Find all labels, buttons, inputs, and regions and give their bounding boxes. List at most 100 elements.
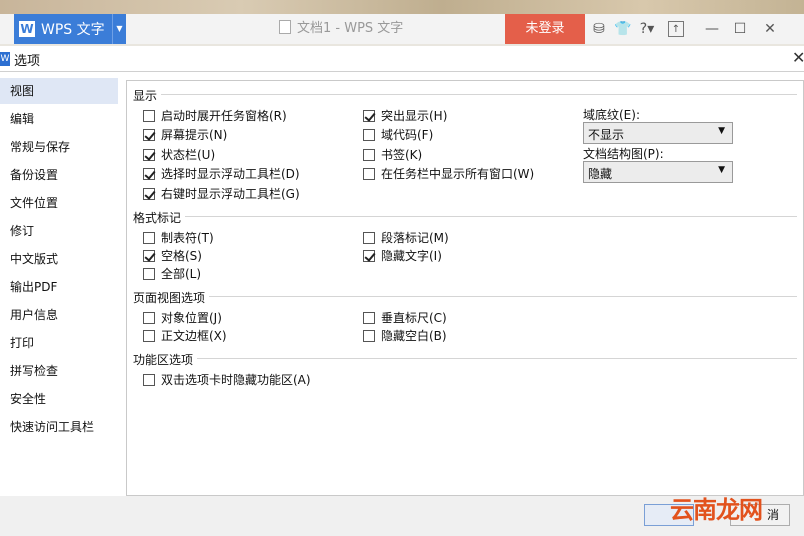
checkbox-highlight[interactable]: 突出显示(H) <box>363 107 447 124</box>
checkbox-dblclick-hide-ribbon[interactable]: 双击选项卡时隐藏功能区(A) <box>143 371 311 388</box>
checkbox-box[interactable] <box>143 167 155 180</box>
checkbox-box[interactable] <box>143 249 155 262</box>
checkbox-float-toolbar-select[interactable]: 选择时显示浮动工具栏(D) <box>143 165 300 182</box>
login-button[interactable]: 未登录 <box>505 14 585 44</box>
checkbox-box[interactable] <box>143 109 155 122</box>
nav-item-user-info[interactable]: 用户信息 <box>0 302 118 328</box>
dialog-close-icon[interactable]: ✕ <box>792 48 804 67</box>
nav-item-edit[interactable]: 编辑 <box>0 106 118 132</box>
checkbox-label: 屏幕提示(N) <box>161 128 228 142</box>
nav-item-quick-access[interactable]: 快速访问工具栏 <box>0 414 118 440</box>
checkbox-label: 域代码(F) <box>381 128 434 142</box>
document-title: 文档1 - WPS 文字 <box>279 14 403 44</box>
checkbox-hidden-text[interactable]: 隐藏文字(I) <box>363 247 442 264</box>
nav-item-spell-check[interactable]: 拼写检查 <box>0 358 118 384</box>
nav-item-print[interactable]: 打印 <box>0 330 118 356</box>
checkbox-status-bar[interactable]: 状态栏(U) <box>143 146 215 163</box>
checkbox-box[interactable] <box>363 167 375 180</box>
field-shading-label: 域底纹(E): <box>583 108 640 122</box>
checkbox-label: 启动时展开任务窗格(R) <box>161 109 287 123</box>
wps-logo-icon: W <box>19 21 35 37</box>
checkbox-all-marks[interactable]: 全部(L) <box>143 265 201 282</box>
chevron-down-icon[interactable]: ▼ <box>112 14 126 44</box>
checkbox-label: 空格(S) <box>161 249 202 263</box>
checkbox-spaces[interactable]: 空格(S) <box>143 247 202 264</box>
checkbox-box[interactable] <box>143 231 155 244</box>
watermark-logo: 云南龙网 <box>670 496 763 524</box>
checkbox-box[interactable] <box>363 249 375 262</box>
checkbox-label: 在任务栏中显示所有窗口(W) <box>381 167 535 181</box>
upload-icon[interactable]: ↑ <box>668 21 684 37</box>
field-shading-select[interactable]: 不显示 ▼ <box>583 122 733 144</box>
skin-icon[interactable]: ⛁ <box>592 21 606 37</box>
checkbox-bookmarks[interactable]: 书签(K) <box>363 146 422 163</box>
shirt-icon[interactable]: 👕 <box>614 21 631 37</box>
checkbox-box[interactable] <box>143 187 155 200</box>
checkbox-screen-tips[interactable]: 屏幕提示(N) <box>143 126 227 143</box>
close-icon[interactable]: ✕ <box>762 21 778 37</box>
checkbox-text-boundaries[interactable]: 正文边框(X) <box>143 327 227 344</box>
checkbox-label: 状态栏(U) <box>161 148 216 162</box>
doc-map-select[interactable]: 隐藏 ▼ <box>583 161 733 183</box>
checkbox-hide-whitespace[interactable]: 隐藏空白(B) <box>363 327 447 344</box>
checkbox-box[interactable] <box>143 267 155 280</box>
checkbox-box[interactable] <box>363 231 375 244</box>
minimize-icon[interactable]: — <box>704 21 720 37</box>
nav-item-security[interactable]: 安全性 <box>0 386 118 412</box>
checkbox-box[interactable] <box>363 329 375 342</box>
checkbox-box[interactable] <box>143 128 155 141</box>
checkbox-box[interactable] <box>143 148 155 161</box>
doc-map-value: 隐藏 <box>588 167 613 181</box>
section-divider <box>133 216 797 217</box>
checkbox-label: 选择时显示浮动工具栏(D) <box>161 167 300 181</box>
view-options-panel: 显示 启动时展开任务窗格(R) 屏幕提示(N) 状态栏(U) 选择时显示浮动工具… <box>126 80 804 496</box>
checkbox-field-codes[interactable]: 域代码(F) <box>363 126 433 143</box>
doc-map-label: 文档结构图(P): <box>583 147 664 161</box>
wps-dialog-icon: W <box>0 52 10 66</box>
checkbox-box[interactable] <box>363 128 375 141</box>
section-divider <box>133 94 797 95</box>
checkbox-label: 垂直标尺(C) <box>381 311 447 325</box>
nav-item-revision[interactable]: 修订 <box>0 218 118 244</box>
checkbox-object-anchors[interactable]: 对象位置(J) <box>143 309 222 326</box>
dialog-titlebar: W 选项 ✕ <box>0 46 804 72</box>
options-nav: 视图 编辑 常规与保存 备份设置 文件位置 修订 中文版式 输出PDF 用户信息… <box>0 78 120 498</box>
checkbox-paragraph-marks[interactable]: 段落标记(M) <box>363 229 449 246</box>
document-icon <box>279 20 291 34</box>
checkbox-taskbar-windows[interactable]: 在任务栏中显示所有窗口(W) <box>363 165 534 182</box>
section-title-display: 显示 <box>133 87 162 104</box>
maximize-icon[interactable]: ☐ <box>732 21 748 37</box>
checkbox-float-toolbar-rightclick[interactable]: 右键时显示浮动工具栏(G) <box>143 185 300 202</box>
nav-item-chinese-layout[interactable]: 中文版式 <box>0 246 118 272</box>
nav-item-backup[interactable]: 备份设置 <box>0 162 118 188</box>
nav-item-export-pdf[interactable]: 输出PDF <box>0 274 118 300</box>
section-title-ribbon: 功能区选项 <box>133 351 198 368</box>
section-title-format-marks: 格式标记 <box>133 209 186 226</box>
checkbox-box[interactable] <box>363 148 375 161</box>
checkbox-tab-chars[interactable]: 制表符(T) <box>143 229 214 246</box>
help-icon[interactable]: ?▾ <box>636 21 658 37</box>
section-title-page-view: 页面视图选项 <box>133 289 210 306</box>
checkbox-box[interactable] <box>363 311 375 324</box>
section-divider <box>133 296 797 297</box>
checkbox-box[interactable] <box>143 311 155 324</box>
checkbox-box[interactable] <box>363 109 375 122</box>
section-divider <box>133 358 797 359</box>
checkbox-label: 书签(K) <box>381 148 423 162</box>
nav-item-view[interactable]: 视图 <box>0 78 118 104</box>
nav-item-general-save[interactable]: 常规与保存 <box>0 134 118 160</box>
checkbox-label: 双击选项卡时隐藏功能区(A) <box>161 373 311 387</box>
nav-item-file-location[interactable]: 文件位置 <box>0 190 118 216</box>
checkbox-box[interactable] <box>143 329 155 342</box>
app-menu-button[interactable]: W WPS 文字 ▼ <box>14 14 126 44</box>
checkbox-label: 全部(L) <box>161 267 202 281</box>
checkbox-label: 右键时显示浮动工具栏(G) <box>161 187 300 201</box>
dialog-title: 选项 <box>14 54 41 69</box>
checkbox-label: 隐藏文字(I) <box>381 249 442 263</box>
chevron-down-icon: ▼ <box>718 126 725 136</box>
checkbox-box[interactable] <box>143 373 155 386</box>
checkbox-show-taskpane[interactable]: 启动时展开任务窗格(R) <box>143 107 287 124</box>
checkbox-vertical-ruler[interactable]: 垂直标尺(C) <box>363 309 447 326</box>
checkbox-label: 隐藏空白(B) <box>381 329 447 343</box>
chevron-down-icon: ▼ <box>718 165 725 175</box>
